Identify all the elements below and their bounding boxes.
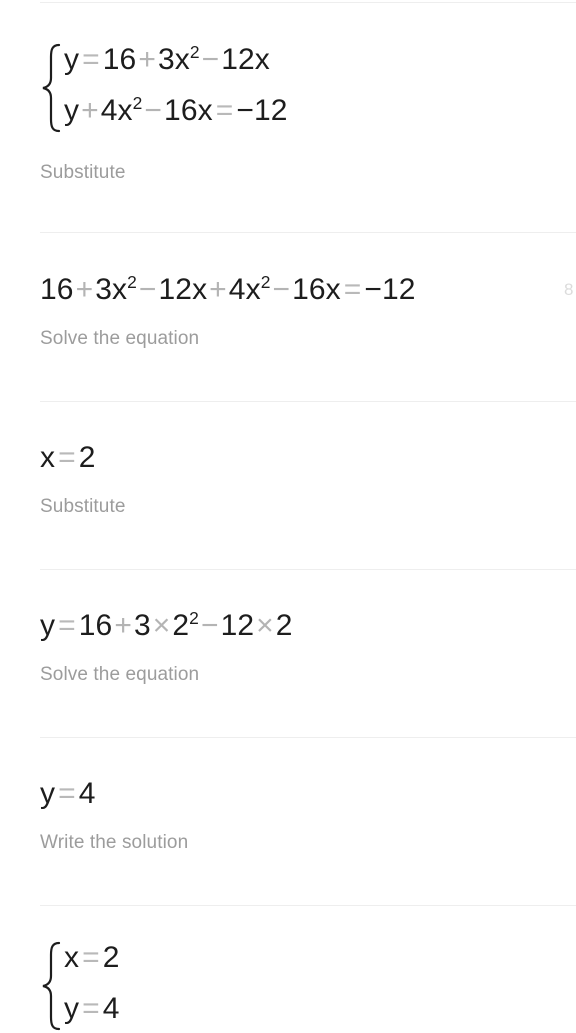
step-action-hint: Solve the equation [40, 327, 200, 349]
equation-line: 16+3x2−12x+4x2−16x = −12 [40, 272, 416, 309]
equation-line: x = 2 [40, 440, 96, 477]
step-divider [40, 232, 576, 233]
step-divider [40, 905, 576, 906]
curly-brace-icon [40, 42, 62, 134]
expr-token: 16x [164, 93, 213, 127]
expr-token: 4x [228, 273, 261, 306]
expr-token: = [82, 43, 100, 76]
equation-line: y = 16+3×22−12×2 [40, 608, 293, 645]
expr-token: 16 [40, 273, 74, 306]
step-action-hint: Substitute [40, 495, 126, 517]
expr-token: × [152, 609, 171, 642]
expr-token: = [58, 609, 76, 642]
equation-line: y = 16+3x2−12x [64, 42, 288, 79]
step-divider [40, 569, 576, 570]
step-expression-row: 16+3x2−12x+4x2−16x=−12 8 ste [40, 272, 576, 309]
expr-token: − [144, 93, 163, 127]
expr-token: −12 [364, 273, 416, 306]
equation-system-rows: y = 16+3x2−12x y+4x2−16x = −12 [64, 42, 288, 134]
expr-token: 2 [78, 441, 96, 474]
expr-token: + [81, 93, 99, 127]
expr-token: y [64, 93, 80, 127]
step-action-hint: Solve the equation [40, 663, 200, 685]
solution-step-final[interactable]: x = 2 y = 4 [0, 940, 576, 1032]
equation-line: y+4x2−16x = −12 [64, 93, 288, 130]
expr-token: = [343, 273, 362, 306]
solution-step[interactable]: y = 4 Write the solution [0, 776, 576, 854]
step-expression-row: x = 2 [40, 440, 576, 477]
expr-token: 4 [102, 991, 120, 1025]
exponent: 2 [127, 272, 137, 292]
expr-token: 16 [102, 43, 137, 76]
expr-token: = [58, 441, 76, 474]
expr-token: − [272, 273, 291, 306]
math-solution-steps: y = 16+3x2−12x y+4x2−16x = −12 Substitute 16… [0, 0, 576, 1033]
expr-token: − [200, 609, 219, 642]
expr-token: 12x [221, 43, 270, 76]
solution-system-rows: x = 2 y = 4 [64, 940, 120, 1032]
expr-token: + [75, 273, 94, 306]
expr-token: + [138, 43, 156, 76]
expr-token: 3 [133, 609, 151, 642]
exponent: 2 [189, 608, 199, 628]
exponent: 2 [260, 272, 271, 292]
step-expression-row: y = 16+3×22−12×2 [40, 608, 576, 645]
equation-line: y = 4 [64, 991, 120, 1028]
step-divider [40, 2, 576, 3]
expr-token: 12x [158, 273, 208, 306]
exponent: 2 [189, 42, 200, 62]
expr-token: 4x [100, 93, 133, 127]
curly-brace-icon [40, 940, 62, 1032]
expr-token: − [138, 273, 157, 306]
expr-token: y [64, 43, 80, 76]
exponent: 2 [132, 92, 143, 113]
expr-token: 3x [95, 273, 128, 306]
expr-token: 2 [102, 941, 120, 974]
expr-token: x [64, 941, 80, 974]
expr-token: = [82, 991, 100, 1025]
solution-step[interactable]: x = 2 Substitute [0, 440, 576, 518]
expr-token: 4 [78, 777, 96, 810]
expr-token: + [114, 609, 132, 642]
equation-line: x = 2 [64, 940, 120, 977]
expr-token: = [82, 941, 100, 974]
step-expression-row: y = 4 [40, 776, 576, 813]
steps-count-badge[interactable]: 8 ste [564, 280, 576, 300]
step-action-hint: Write the solution [40, 831, 189, 853]
expr-token: 12 [220, 609, 255, 642]
expr-token: y [40, 609, 56, 642]
solution-system: x = 2 y = 4 [40, 940, 120, 1032]
expr-token: 3x [157, 43, 190, 76]
expr-token: 2 [172, 609, 190, 642]
step-divider [40, 401, 576, 402]
equation-line: y = 4 [40, 776, 96, 813]
expr-token: 2 [275, 609, 293, 642]
expr-token: y [40, 777, 56, 810]
solution-step[interactable]: y = 16+3x2−12x y+4x2−16x = −12 Substitute [0, 42, 576, 184]
expr-token: x [40, 441, 56, 474]
expr-token: = [58, 777, 76, 810]
expr-token: × [256, 609, 274, 642]
equation-system: y = 16+3x2−12x y+4x2−16x = −12 [40, 42, 288, 134]
expr-token: y [64, 991, 80, 1025]
step-expression-row: x = 2 y = 4 [40, 940, 576, 1032]
step-action-hint: Substitute [40, 162, 126, 183]
expr-token: −12 [236, 93, 288, 127]
step-expression-row: y = 16+3x2−12x y+4x2−16x = −12 [40, 42, 576, 134]
solution-step[interactable]: 16+3x2−12x+4x2−16x=−12 8 ste Solve the e… [0, 272, 576, 350]
expr-token: 16 [78, 609, 113, 642]
solution-step[interactable]: y = 16+3×22−12×2 Solve the equation [0, 608, 576, 686]
step-divider [40, 737, 576, 738]
expr-token: = [215, 93, 234, 127]
expr-token: + [209, 273, 227, 306]
expr-token: − [201, 43, 220, 76]
expr-token: 16x [292, 273, 341, 306]
